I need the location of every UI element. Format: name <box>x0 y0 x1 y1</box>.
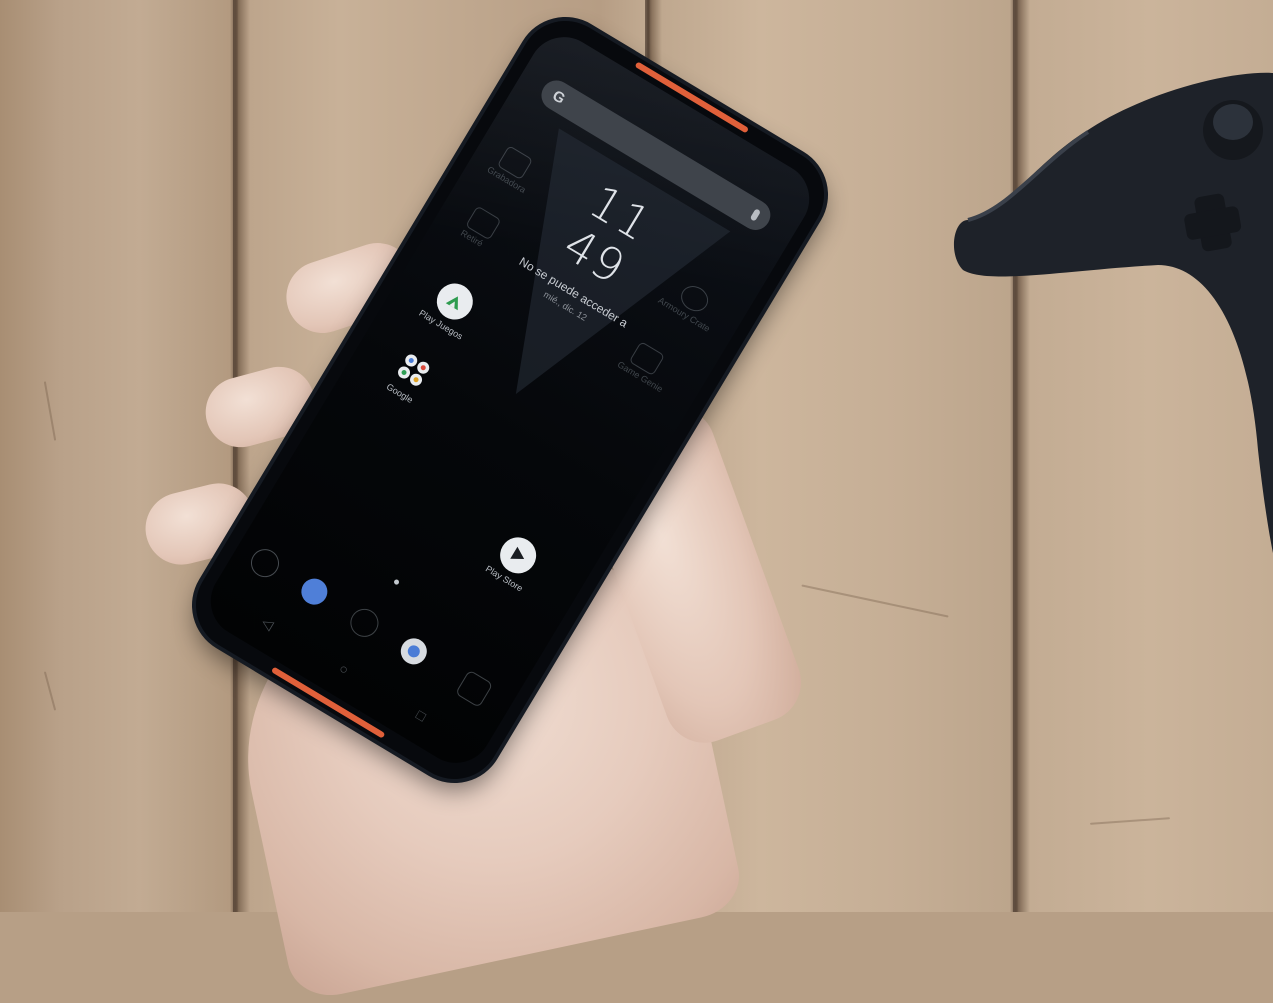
phone: G 11 49 No se puede acceder a mié., dic.… <box>178 3 842 797</box>
camera-icon[interactable] <box>454 669 494 708</box>
wood-grain <box>1090 817 1170 825</box>
wood-grain <box>43 671 57 711</box>
app-play-store[interactable]: Play Store <box>467 519 561 603</box>
recents-icon[interactable]: □ <box>413 706 428 724</box>
settings-icon[interactable] <box>345 603 384 643</box>
google-logo: G <box>549 86 569 108</box>
wood-grain <box>43 381 57 441</box>
home-icon[interactable]: ○ <box>336 660 351 678</box>
messages-icon[interactable] <box>296 573 333 610</box>
game-controller <box>953 72 1273 554</box>
back-icon[interactable]: ◁ <box>259 614 276 634</box>
phone-screen[interactable]: G 11 49 No se puede acceder a mié., dic.… <box>197 23 823 777</box>
microphone-icon[interactable] <box>749 208 762 222</box>
phone-icon[interactable] <box>245 543 285 583</box>
page-indicator-dot <box>393 578 400 586</box>
phone-container: G 11 49 No se puede acceder a mié., dic.… <box>160 3 842 800</box>
chrome-icon[interactable] <box>395 633 432 670</box>
